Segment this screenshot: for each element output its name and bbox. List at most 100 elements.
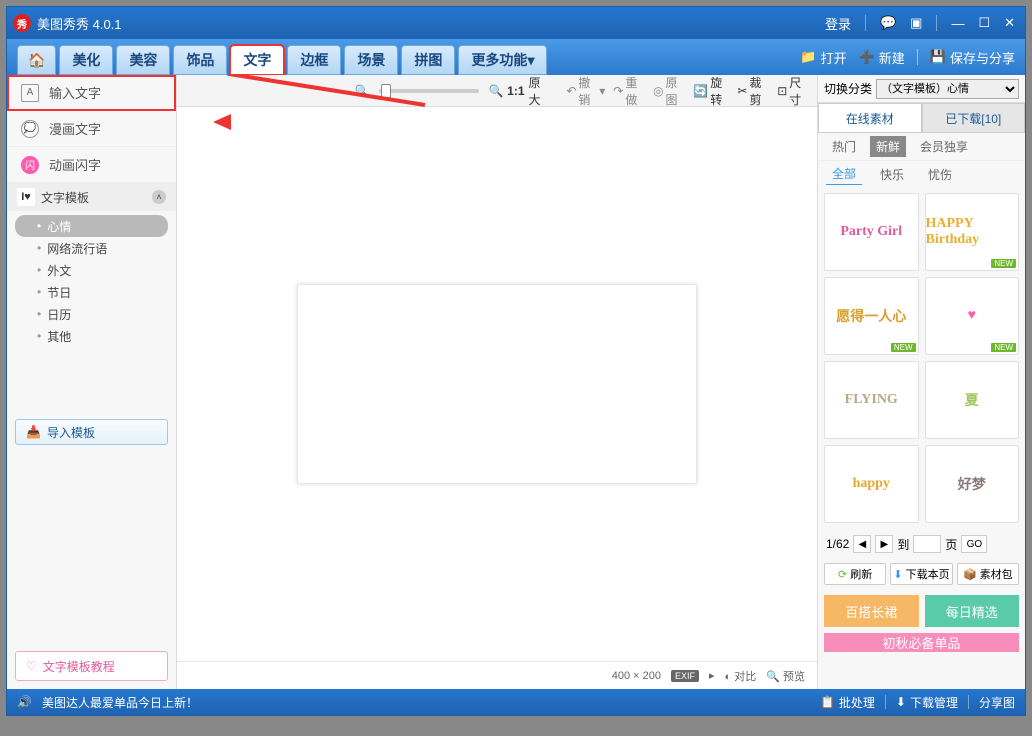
switch-category-label: 切换分类 (824, 80, 872, 97)
preview-button[interactable]: 🔍 预览 (766, 668, 805, 684)
save-share-button[interactable]: 💾保存与分享 (930, 48, 1015, 67)
collapse-icon[interactable]: ˄ (152, 190, 166, 204)
zoom-slider[interactable] (379, 89, 479, 93)
tab-border[interactable]: 边框 (287, 45, 341, 75)
zoom-in-icon[interactable]: 🔍 (489, 84, 503, 98)
anim-text-button[interactable]: 闪 动画闪字 (7, 147, 176, 183)
zoom-original-size[interactable]: 原大 (529, 75, 551, 108)
tree-node-calendar[interactable]: 日历 (7, 303, 176, 325)
status-news[interactable]: 美图达人最爱单品今日上新！ (42, 694, 198, 711)
material-pack-button[interactable]: 📦素材包 (957, 563, 1019, 585)
tab-face[interactable]: 美容 (116, 45, 170, 75)
promo-daily[interactable]: 每日精选 (925, 595, 1020, 627)
pager-go[interactable]: GO (961, 535, 987, 553)
feedback-icon[interactable]: ▣ (910, 15, 922, 31)
canvas-area: 🔍 🔍 1:1 原大 ↶撤销▾ ↷重做 ◎原图 🔄旋转 ✂裁剪 ⊡尺寸 (177, 75, 817, 689)
thumbnail-6[interactable]: happy (824, 445, 919, 523)
thumbnail-0[interactable]: Party Girl (824, 193, 919, 271)
share-image[interactable]: 分享图 (979, 694, 1015, 711)
size-button[interactable]: ⊡尺寸 (777, 75, 809, 108)
cat-sad[interactable]: 忧伤 (922, 164, 958, 185)
promo-skirt[interactable]: 百搭长裙 (824, 595, 919, 627)
pager-input[interactable] (913, 535, 941, 553)
pager-prev[interactable]: ◀ (853, 535, 871, 553)
right-panel: 切换分类 （文字模板）心情 在线素材 已下载[10] 热门 新鲜 会员独享 全部… (817, 75, 1025, 689)
filter-member[interactable]: 会员独享 (914, 136, 974, 157)
promo-autumn[interactable]: 初秋必备单品 (824, 633, 1019, 652)
left-panel: A 输入文字 💭 漫画文字 闪 动画闪字 I♥ 文字模板 ˄ 心情 网络流行语 … (7, 75, 177, 689)
tree-node-net[interactable]: 网络流行语 (7, 237, 176, 259)
cat-all[interactable]: 全部 (826, 163, 862, 185)
template-header-label: 文字模板 (41, 189, 89, 206)
sparkle-icon: 闪 (21, 156, 39, 174)
tab-beautify[interactable]: 美化 (59, 45, 113, 75)
category-select[interactable]: （文字模板）心情 (876, 79, 1019, 99)
canvas[interactable] (297, 284, 697, 484)
tree-node-festival[interactable]: 节日 (7, 281, 176, 303)
template-tree-header[interactable]: I♥ 文字模板 ˄ (7, 183, 176, 211)
comic-text-button[interactable]: 💭 漫画文字 (7, 111, 176, 147)
input-text-label: 输入文字 (49, 83, 101, 102)
download-page-button[interactable]: ⬇下载本页 (890, 563, 952, 585)
pager-next[interactable]: ▶ (875, 535, 893, 553)
home-icon: 🏠 (28, 52, 45, 69)
open-button[interactable]: 📁打开 (800, 48, 846, 67)
tab-downloaded[interactable]: 已下载[10] (922, 103, 1026, 133)
tree-node-other[interactable]: 其他 (7, 325, 176, 347)
zoom-toolbar: 🔍 🔍 1:1 原大 ↶撤销▾ ↷重做 ◎原图 🔄旋转 ✂裁剪 ⊡尺寸 (177, 75, 817, 107)
minimize-button[interactable]: — (951, 16, 964, 31)
tab-accessory[interactable]: 饰品 (173, 45, 227, 75)
sound-icon[interactable]: 🔊 (17, 695, 32, 709)
undo-button[interactable]: ↶撤销▾ (566, 75, 605, 108)
login-link[interactable]: 登录 (825, 14, 851, 33)
close-button[interactable]: ✕ (1004, 15, 1015, 31)
chat-icon[interactable]: 💬 (880, 15, 896, 31)
download-manager[interactable]: ⬇ 下载管理 (896, 694, 958, 711)
crop-button[interactable]: ✂裁剪 (737, 75, 769, 108)
batch-button[interactable]: 📋 批处理 (820, 694, 875, 711)
thumbnail-grid: Party GirlHAPPY BirthdayNEW愿得一人心NEW♥NEWF… (818, 187, 1025, 529)
tutorial-button[interactable]: ♡ 文字模板教程 (15, 651, 168, 681)
filter-hot[interactable]: 热门 (826, 136, 862, 157)
folder-icon: 📁 (800, 49, 816, 65)
input-text-button[interactable]: A 输入文字 (7, 75, 176, 111)
cat-happy[interactable]: 快乐 (874, 164, 910, 185)
new-button[interactable]: ➕新建 (859, 48, 905, 67)
filter-new[interactable]: 新鲜 (870, 136, 906, 157)
zoom-ratio[interactable]: 1:1 (507, 84, 524, 98)
ilove-icon: I♥ (17, 188, 35, 206)
tab-text[interactable]: 文字 (230, 45, 284, 75)
exif-badge[interactable]: EXIF (671, 670, 699, 682)
tab-scene[interactable]: 场景 (344, 45, 398, 75)
zoom-out-icon[interactable]: 🔍 (355, 84, 369, 98)
original-button[interactable]: ◎原图 (653, 75, 685, 108)
pager-position: 1/62 (826, 537, 849, 551)
refresh-button[interactable]: ⟳刷新 (824, 563, 886, 585)
maximize-button[interactable]: ☐ (978, 15, 990, 31)
tab-online-material[interactable]: 在线素材 (818, 103, 922, 133)
thumbnail-1[interactable]: HAPPY BirthdayNEW (925, 193, 1020, 271)
import-template-button[interactable]: 📥 导入模板 (15, 419, 168, 445)
thumbnail-5[interactable]: 夏 (925, 361, 1020, 439)
canvas-statusbar: 400 × 200 EXIF▸ ◐ 对比 🔍 预览 (177, 661, 817, 689)
anim-text-label: 动画闪字 (49, 155, 101, 174)
rotate-button[interactable]: 🔄旋转 (693, 75, 729, 108)
app-logo: 秀 (13, 14, 31, 32)
tutorial-label: 文字模板教程 (43, 658, 115, 675)
thumbnail-2[interactable]: 愿得一人心NEW (824, 277, 919, 355)
compare-button[interactable]: ◐ 对比 (725, 668, 757, 684)
app-title: 美图秀秀 4.0.1 (37, 14, 122, 33)
plus-icon: ➕ (859, 49, 875, 65)
tree-node-mood[interactable]: 心情 (15, 215, 168, 237)
tab-puzzle[interactable]: 拼图 (401, 45, 455, 75)
redo-button[interactable]: ↷重做 (613, 75, 645, 108)
canvas-dimensions: 400 × 200 (612, 670, 661, 682)
save-icon: 💾 (930, 49, 946, 65)
text-a-icon: A (21, 84, 39, 102)
thumbnail-7[interactable]: 好梦 (925, 445, 1020, 523)
tree-node-foreign[interactable]: 外文 (7, 259, 176, 281)
thumbnail-4[interactable]: FLYING (824, 361, 919, 439)
tab-more[interactable]: 更多功能 ▾ (458, 45, 547, 75)
home-tab[interactable]: 🏠 (17, 45, 56, 75)
thumbnail-3[interactable]: ♥NEW (925, 277, 1020, 355)
